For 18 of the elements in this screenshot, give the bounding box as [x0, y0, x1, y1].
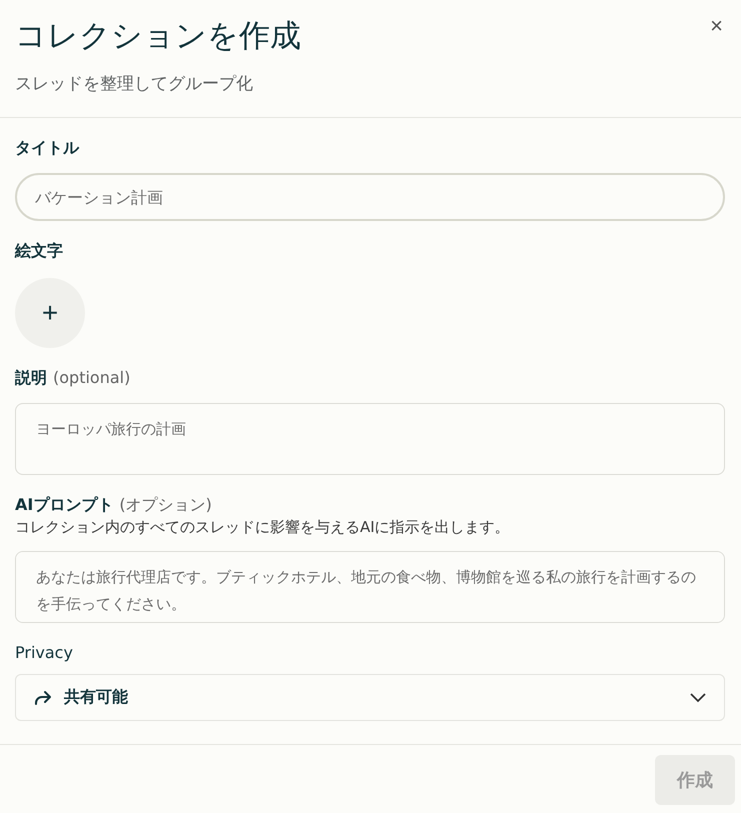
field-label: 絵文字 [15, 241, 63, 262]
field-label: 説明 [15, 368, 47, 389]
field-label: タイトル [15, 138, 79, 159]
close-button[interactable]: × [708, 14, 725, 38]
text-area[interactable]: ヨーロッパ旅行の計画 [15, 403, 725, 475]
text-area[interactable]: あなたは旅行代理店です。ブティックホテル、地元の食べ物、博物館を巡る私の旅行を計画するのを手伝ってください。 [15, 551, 725, 623]
dialog-title: コレクションを作成 [15, 17, 301, 56]
dialog-subtitle: スレッドを整理してグループ化 [15, 73, 253, 95]
chevron-down-icon [690, 692, 706, 702]
field-label: AIプロンプト [15, 495, 114, 516]
field-description: コレクション内のすべてのスレッドに影響を与えるAIに指示を出します。 [15, 518, 511, 537]
title-input[interactable]: バケーション計画 [15, 173, 725, 221]
field-hint: (オプション) [119, 495, 212, 516]
add-emoji-button[interactable]: + [15, 278, 85, 348]
privacy-select[interactable]: 共有可能 [15, 674, 725, 721]
field-label: Privacy [15, 643, 73, 662]
field-hint: (optional) [53, 368, 130, 387]
share-arrow-icon [34, 690, 52, 706]
